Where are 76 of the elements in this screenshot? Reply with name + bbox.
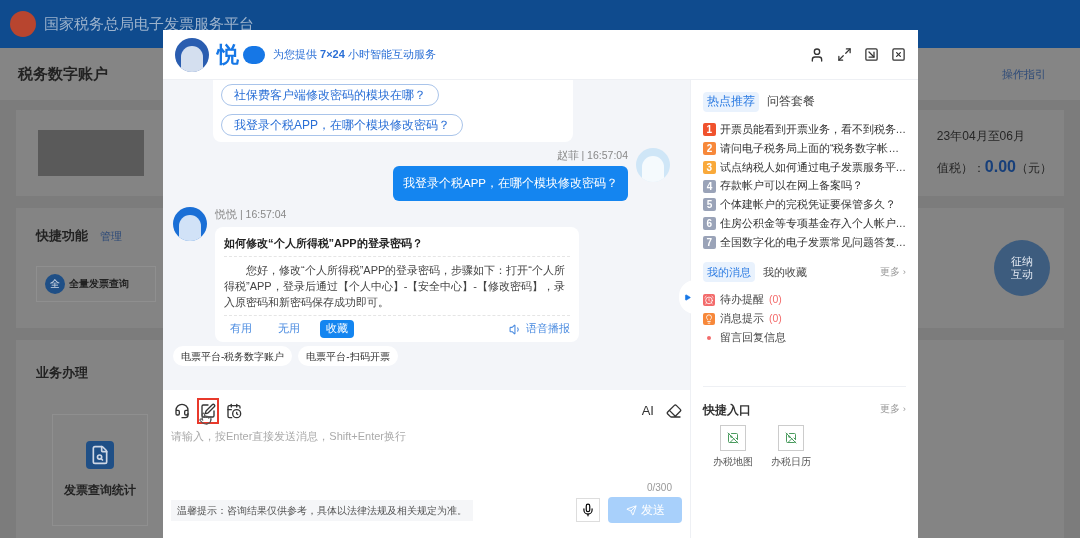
panel-tab[interactable]: 我的收藏: [759, 262, 811, 283]
section-title: 业务办理: [36, 365, 88, 380]
account-title: 税务数字账户: [18, 63, 108, 84]
edit-tool-button[interactable]: [197, 398, 219, 424]
quick-entry-title: 快捷入口: [703, 401, 751, 419]
notice-label[interactable]: 消息提示: [720, 311, 764, 327]
feedback-button[interactable]: 有用: [224, 320, 258, 339]
tax-unit: （元）: [1016, 160, 1052, 177]
send-icon: [625, 504, 637, 516]
speaker-icon: [509, 322, 522, 336]
message-meta: 赵菲 | 16:57:04: [556, 148, 628, 163]
tax-amount: 0.00: [984, 157, 1016, 177]
user-icon[interactable]: [809, 46, 825, 63]
panel-tab[interactable]: 问答套餐: [763, 92, 819, 112]
close-icon[interactable]: [891, 47, 906, 62]
quick-chip[interactable]: 电票平台-税务数字账户: [173, 346, 293, 367]
notice-label[interactable]: 留言回复信息: [720, 329, 786, 346]
microphone-icon: [581, 503, 595, 517]
rank-badge: 5: [703, 198, 716, 212]
period-text: 23年04月至06月: [936, 128, 1026, 145]
brand-logo: 悦: [217, 41, 239, 69]
panel-tab[interactable]: 我的消息: [703, 262, 755, 283]
tagline: 为您提供 7×24 小时智能互动服务: [273, 47, 436, 63]
section-title: 快捷功能: [36, 227, 88, 245]
answer-text: 您好，修改“个人所得税”APP的登录密码，步骤如下：打开“个人所得税”APP，登录后通过【个人中心】-【安全中心】-【修改密码】，录入原密码和新密码保存成功即可。: [224, 257, 570, 317]
hot-question-item[interactable]: 6 住房公积金等专项基金存入个人帐户…: [703, 215, 906, 232]
char-counter: 0/300: [646, 481, 672, 495]
tax-label: 值税）：: [936, 160, 985, 177]
shortcut-badge: 全: [45, 273, 65, 294]
hot-question-item[interactable]: 2 请问电子税务局上面的“税务数字帐…: [703, 140, 906, 157]
hot-question-item[interactable]: 5 个体建帐户的完税凭证要保管多久？: [703, 197, 906, 213]
rank-badge: 1: [703, 123, 716, 137]
assistant-avatar: [175, 37, 209, 72]
minimize-icon[interactable]: [864, 47, 879, 62]
rank-badge: 4: [703, 179, 716, 193]
message-meta: 悦悦 | 16:57:04: [215, 207, 288, 222]
hot-question-item[interactable]: 7 全国数字化的电子发票常见问题答复…: [703, 234, 906, 251]
feedback-button[interactable]: 收藏: [320, 320, 354, 339]
quick-entry-item[interactable]: 办税日历: [771, 424, 811, 469]
business-tile[interactable]: 发票查询统计: [52, 414, 148, 526]
disclaimer-tip: 温馨提示：咨询结果仅供参考，具体以法律法规及相关规定为准。: [171, 499, 473, 521]
quick-chip[interactable]: 电票平台-扫码开票: [298, 346, 398, 367]
feedback-button[interactable]: 无用: [272, 320, 306, 339]
rank-badge: 3: [703, 160, 716, 174]
shortcut-button[interactable]: 全 全量发票查询: [36, 265, 156, 302]
assistant-avatar: [173, 207, 207, 241]
user-message-bubble: 我登录个税APP，在哪个模块修改密码？: [393, 165, 628, 201]
search-document-icon: [86, 441, 114, 469]
triangle-icon: [683, 293, 691, 301]
voice-broadcast-button[interactable]: 语音播报: [509, 321, 570, 338]
answer-title: 如何修改“个人所得税”APP的登录密码？: [224, 234, 570, 258]
mic-button[interactable]: [576, 498, 600, 522]
user-avatar: [636, 148, 670, 182]
platform-title: 国家税务总局电子发票服务平台: [44, 13, 254, 34]
hand-cursor-icon: [199, 412, 212, 425]
rank-badge: 6: [703, 217, 716, 231]
hot-question-item[interactable]: 3 试点纳税人如何通过电子发票服务平…: [703, 159, 906, 176]
hot-question-item[interactable]: 1 开票员能看到开票业务，看不到税务…: [703, 122, 906, 138]
assistant-float-button[interactable]: 征纳互动: [994, 240, 1050, 296]
lightbulb-icon: [703, 312, 715, 325]
ai-button[interactable]: AI: [641, 401, 654, 421]
expand-icon[interactable]: [837, 47, 852, 62]
emblem-icon: [10, 11, 36, 37]
broken-image-icon: [785, 431, 797, 444]
notice-label[interactable]: 待办提醒: [720, 292, 764, 308]
quick-entry-item[interactable]: 办税地图: [713, 424, 753, 469]
alarm-icon: [703, 294, 715, 307]
hot-question-item[interactable]: 4 存款帐户可以在网上备案吗？: [703, 178, 906, 194]
rank-badge: 2: [703, 142, 716, 156]
panel-tab[interactable]: 热点推荐: [703, 92, 759, 112]
robot-badge-icon: [243, 45, 265, 64]
rank-badge: 7: [703, 235, 716, 249]
notice-count: (0): [769, 311, 782, 326]
eraser-icon[interactable]: [666, 403, 682, 419]
broken-image-icon: [727, 431, 739, 444]
notice-count: (0): [769, 292, 782, 308]
